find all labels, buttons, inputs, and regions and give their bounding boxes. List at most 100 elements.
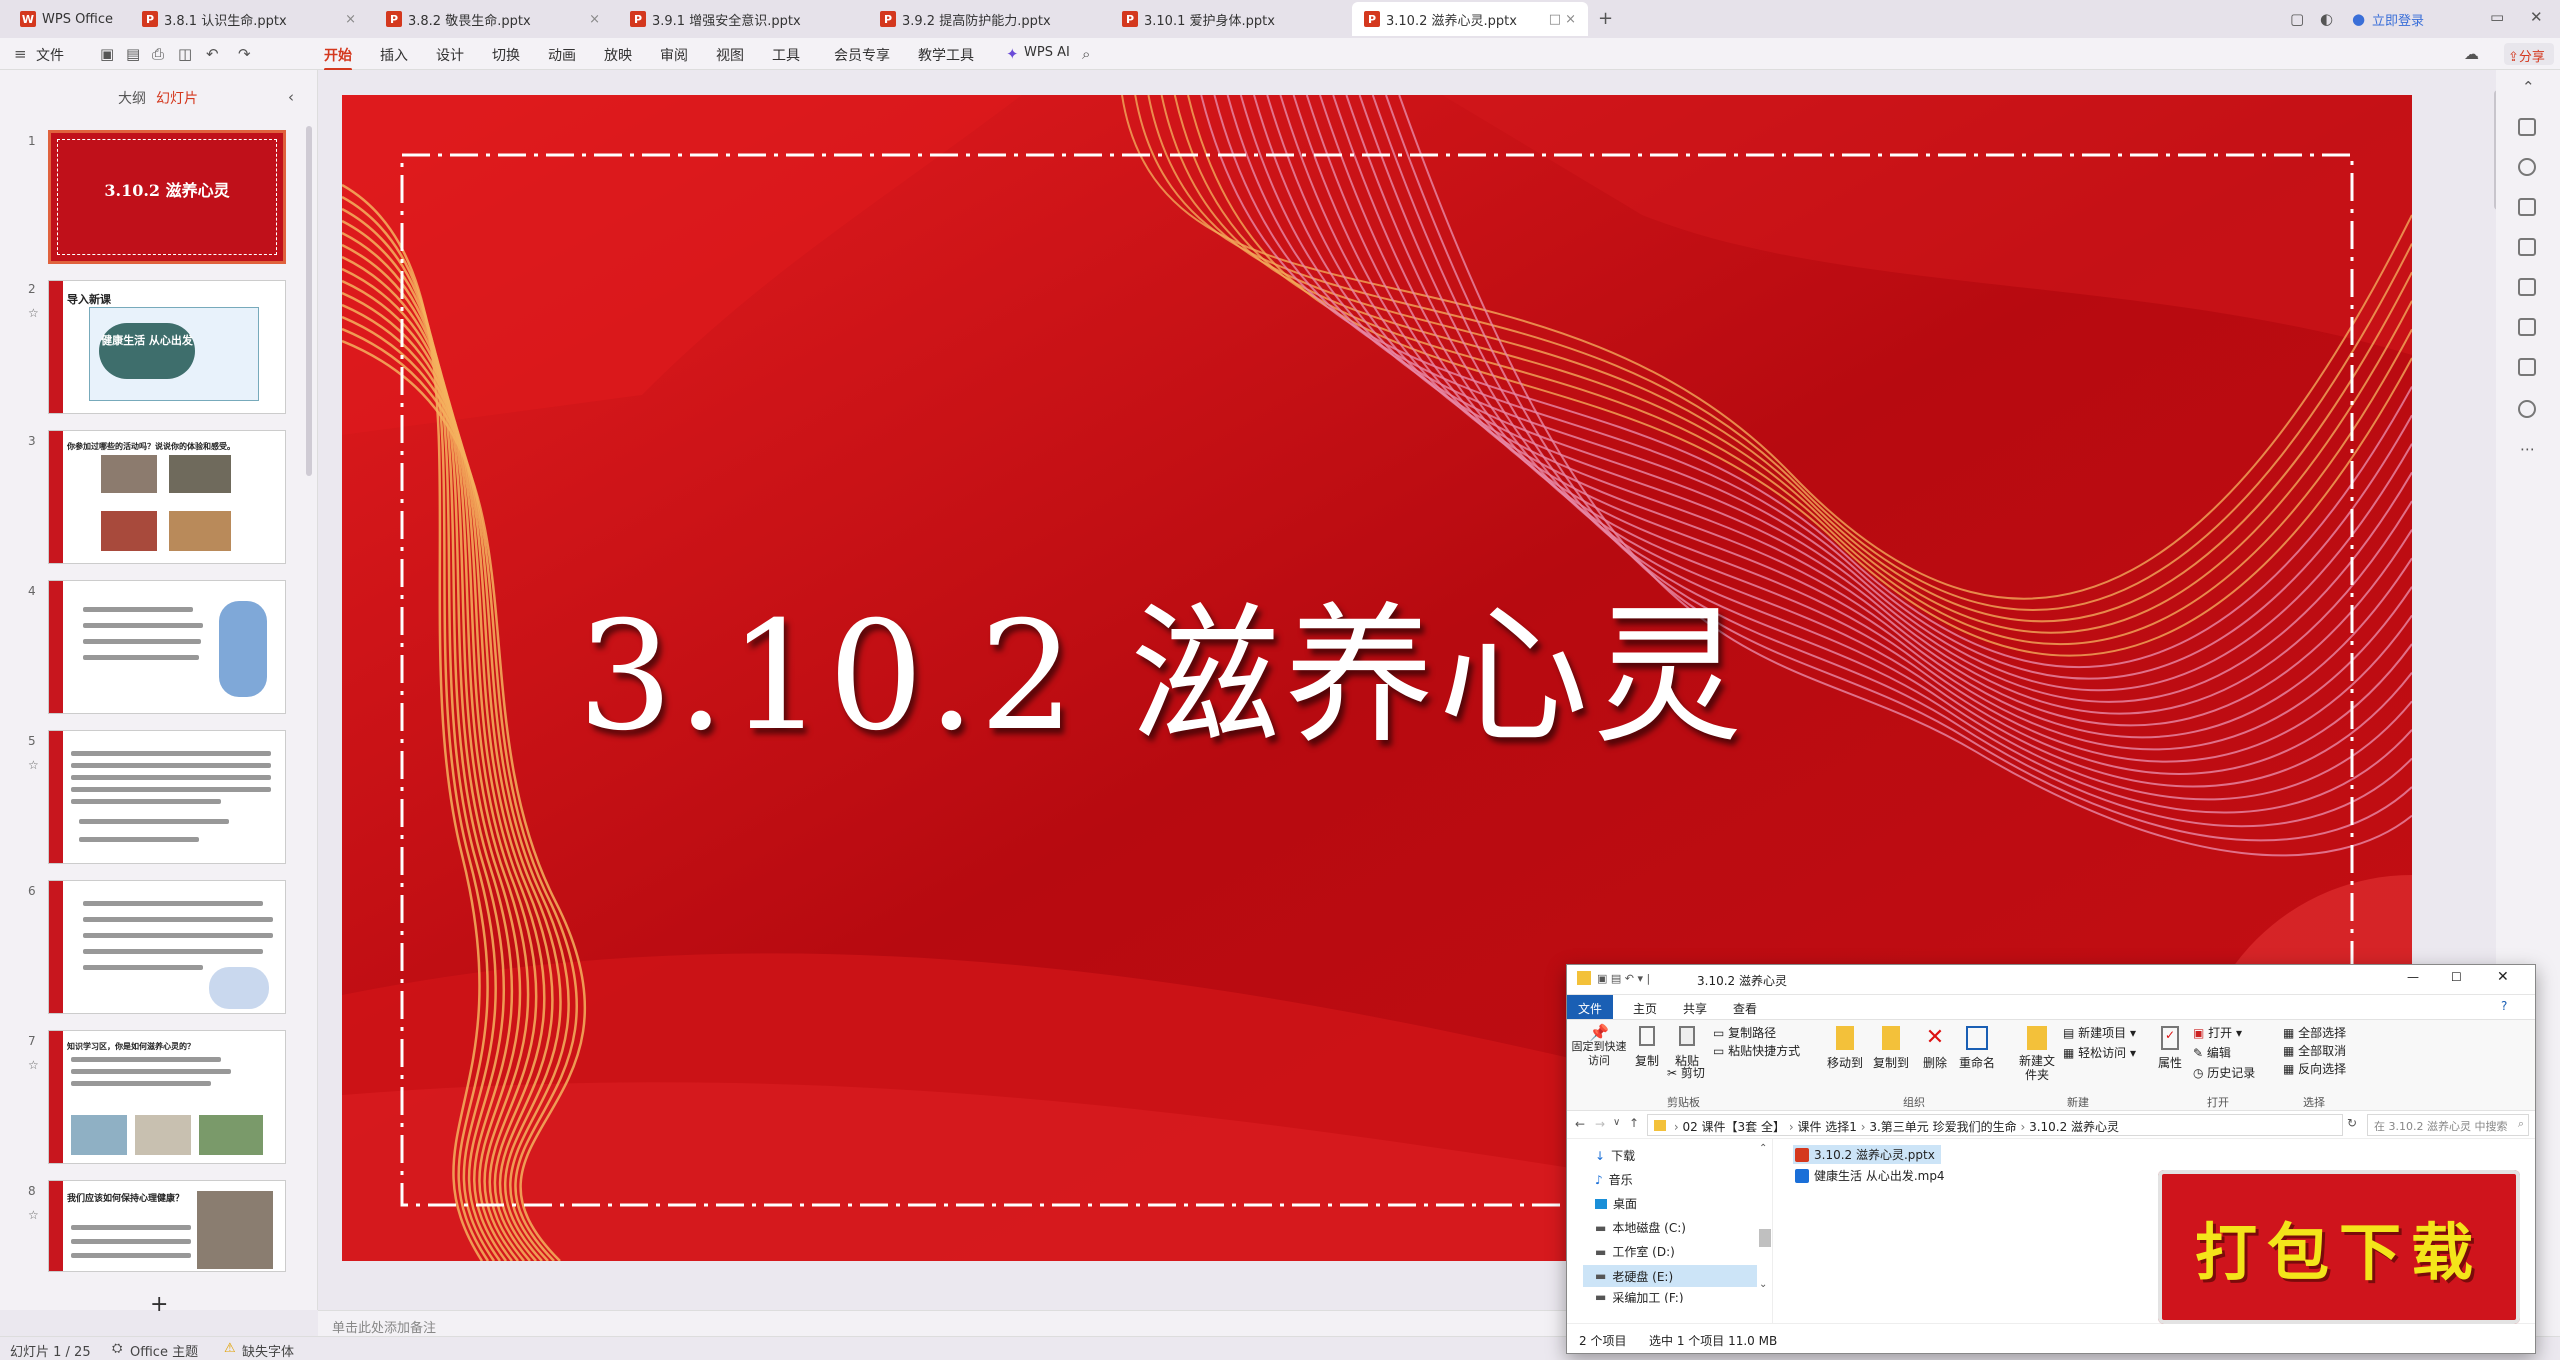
slide-thumbnail-6[interactable] [48,880,286,1014]
help-icon[interactable]: ? [2501,999,2507,1013]
login-link[interactable]: 立即登录 [2372,10,2424,29]
menu-home[interactable]: 开始 [324,45,352,71]
layout-icon[interactable] [2518,318,2536,336]
rename-button[interactable]: 重命名 [1955,1026,1999,1071]
ribbon-tab-view[interactable]: 查看 [1733,1000,1757,1017]
star-icon[interactable]: ☆ [28,758,39,772]
print-icon[interactable]: ⎙ [152,45,164,63]
menu-teaching[interactable]: 教学工具 [918,45,974,65]
refresh-icon[interactable]: ↻ [2347,1116,2357,1130]
menu-review[interactable]: 审阅 [660,45,688,65]
more-icon[interactable]: ⋯ [2520,440,2535,458]
slides-tab[interactable]: 幻灯片 [156,88,198,108]
copy-path-button[interactable]: ▭ 复制路径 [1713,1024,1776,1041]
forward-icon[interactable]: → [1595,1117,1605,1131]
breadcrumb-item[interactable]: 3.第三单元 珍爱我们的生命 [1869,1120,2016,1134]
slide-thumbnail-1[interactable]: 3.10.2 滋养心灵 [48,130,286,264]
nav-item-drive-d[interactable]: ▬ 工作室 (D:) [1595,1243,1675,1260]
edit-button[interactable]: ✎ 编辑 [2193,1044,2231,1061]
slide-thumbnail-8[interactable]: 我们应该如何保持心理健康？ [48,1180,286,1272]
breadcrumb-item[interactable]: 课件 选择1 [1797,1120,1856,1134]
select-all-button[interactable]: ▦ 全部选择 [2283,1024,2346,1041]
copy-to-button[interactable]: 复制到 [1869,1026,1913,1071]
menu-tools[interactable]: 工具 [772,45,800,65]
add-slide-button[interactable]: + [150,1292,168,1317]
menu-member[interactable]: 会员专享 [834,45,890,65]
pin-button[interactable]: 📌 固定到快速访问 [1571,1025,1627,1068]
file-item-pptx[interactable]: 3.10.2 滋养心灵.pptx [1793,1145,1941,1164]
nav-item-drive-f[interactable]: ▬ 采编加工 (F:) [1595,1291,1684,1303]
export-pdf-icon[interactable]: ▤ [126,45,140,63]
missing-font[interactable]: 缺失字体 [242,1341,294,1360]
open-button[interactable]: ▣ 打开 ▾ [2193,1024,2242,1041]
close-icon[interactable]: × [345,12,356,27]
close-window-icon[interactable]: ✕ [2530,8,2543,26]
nav-item-desktop[interactable]: 桌面 [1595,1195,1637,1212]
crop-icon[interactable] [2518,358,2536,376]
nav-item-drive-c[interactable]: ▬ 本地磁盘 (C:) [1595,1219,1686,1236]
slide-thumbnail-4[interactable] [48,580,286,714]
copy-button[interactable]: 复制 [1629,1026,1665,1069]
quick-access-icon[interactable]: ▣ ▤ ↶ ▾ | [1597,972,1650,985]
search-field[interactable]: 在 3.10.2 滋养心灵 中搜索 ⌕ [2367,1114,2529,1136]
outline-tab[interactable]: 大纲 [118,88,146,108]
nav-scrollbar[interactable] [1759,1229,1771,1247]
cut-button[interactable]: ✂ 剪切 [1667,1064,1705,1081]
star-icon[interactable]: ☆ [28,306,39,320]
close-icon[interactable]: ✕ [2497,969,2509,985]
image-icon[interactable] [2518,238,2536,256]
scroll-up-icon[interactable]: ⌃ [1759,1143,1767,1154]
close-icon[interactable]: × [589,12,600,27]
tab-3-10-1[interactable]: P 3.10.1 爱护身体.pptx [1110,2,1348,36]
tab-3-10-2[interactable]: P 3.10.2 滋养心灵.pptx □ × [1352,2,1588,36]
minimize-icon[interactable]: ▭ [2490,8,2504,26]
ribbon-tab-home[interactable]: 主页 [1633,1000,1657,1017]
menu-animation[interactable]: 动画 [548,45,576,65]
star-icon[interactable]: ☆ [28,1208,39,1222]
move-to-button[interactable]: 移动到 [1823,1026,1867,1071]
star-icon[interactable]: ☆ [28,1058,39,1072]
invert-selection-button[interactable]: ▦ 反向选择 [2283,1060,2346,1077]
star-effect-icon[interactable] [2518,158,2536,176]
undo-icon[interactable]: ↶ [206,45,219,63]
user-icon[interactable]: ● [2352,10,2365,28]
scroll-down-icon[interactable]: ⌄ [1759,1279,1767,1290]
select-none-button[interactable]: ▦ 全部取消 [2283,1042,2346,1059]
slide-thumbnail-3[interactable]: 你参加过哪些的活动吗？说说你的体验和感受。 [48,430,286,564]
search-icon[interactable]: ⌕ [1082,45,1090,63]
skin-icon[interactable]: ◐ [2320,10,2333,28]
preview-icon[interactable]: ◫ [178,45,192,63]
easy-access-button[interactable]: ▦ 轻松访问 ▾ [2063,1044,2136,1061]
new-tab-icon[interactable]: + [1598,8,1613,29]
file-item-mp4[interactable]: 健康生活 从心出发.mp4 [1795,1167,1945,1184]
save-icon[interactable]: ▣ [100,45,114,63]
menu-insert[interactable]: 插入 [380,45,408,65]
delete-button[interactable]: ✕ 删除 [1917,1026,1953,1071]
share-button[interactable]: ⇪分享 [2504,43,2554,65]
close-icon[interactable]: □ × [1549,12,1576,27]
paste-shortcut-button[interactable]: ▭ 粘贴快捷方式 [1713,1042,1800,1059]
hamburger-icon[interactable]: ≡ [14,45,27,63]
ribbon-tab-share[interactable]: 共享 [1683,1000,1707,1017]
panel-scrollbar[interactable] [306,126,312,476]
tab-3-9-2[interactable]: P 3.9.2 提高防护能力.pptx [868,2,1106,36]
menu-wps-ai[interactable]: WPS AI [1024,45,1070,60]
settings-icon[interactable] [2518,278,2536,296]
new-item-button[interactable]: ▤ 新建项目 ▾ [2063,1024,2136,1041]
nav-item-downloads[interactable]: ↓ 下载 [1595,1147,1635,1164]
nav-item-music[interactable]: ♪ 音乐 [1595,1171,1633,1188]
menu-transition[interactable]: 切换 [492,45,520,65]
nav-item-drive-e[interactable]: ▬ 老硬盘 (E:) [1583,1265,1757,1287]
chevron-up-icon[interactable]: ⌃ [2522,78,2535,96]
slide-thumbnail-7[interactable]: 知识学习区，你是如何滋养心灵的？ [48,1030,286,1164]
ribbon-tab-file[interactable]: 文件 [1567,995,1613,1019]
help-icon[interactable] [2518,400,2536,418]
cloud-icon[interactable]: ☁ [2464,45,2479,63]
back-icon[interactable]: ← [1575,1117,1585,1131]
tab-3-8-2[interactable]: P 3.8.2 敬畏生命.pptx × [374,2,612,36]
breadcrumb-item[interactable]: 3.10.2 滋养心灵 [2029,1120,2119,1134]
slide-thumbnail-5[interactable] [48,730,286,864]
new-folder-button[interactable]: 新建文件夹 [2015,1026,2059,1082]
shape-icon[interactable] [2518,118,2536,136]
paste-button[interactable]: 粘贴 [1667,1026,1707,1069]
